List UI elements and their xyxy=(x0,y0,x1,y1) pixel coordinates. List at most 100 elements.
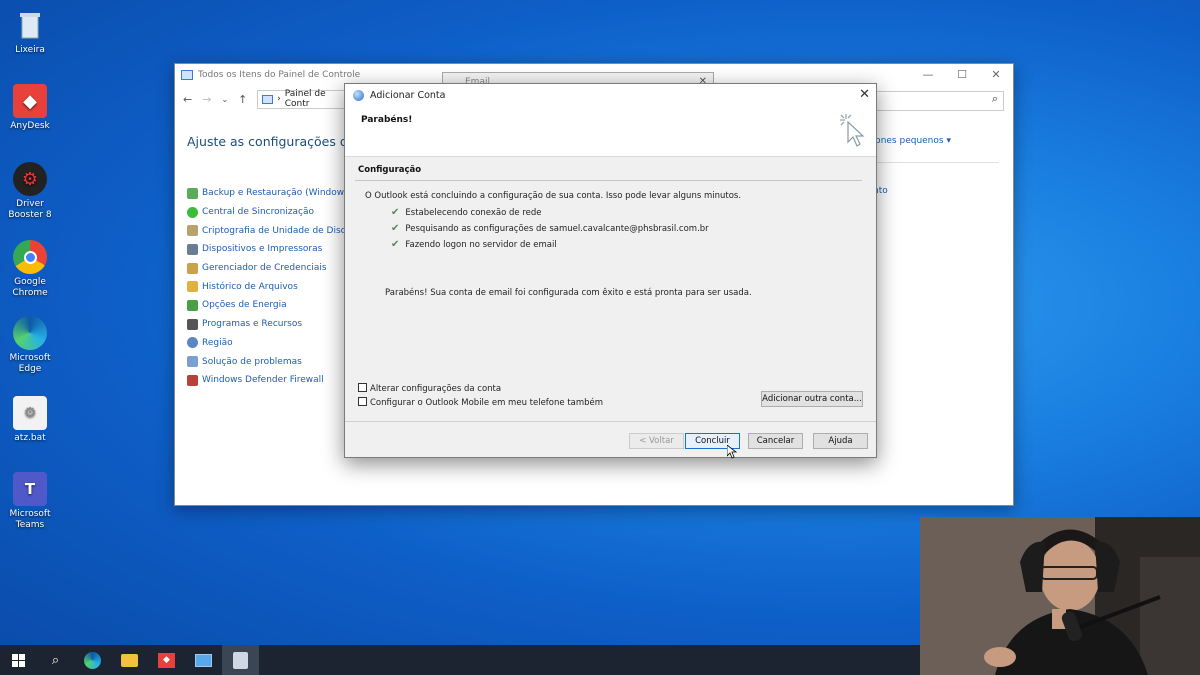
region-icon xyxy=(187,337,198,349)
status-step-label: Pesquisando as configurações de samuel.c… xyxy=(405,224,709,234)
outlook-mobile-checkbox[interactable]: Configurar o Outlook Mobile em meu telef… xyxy=(358,397,603,408)
cp-item-label: Região xyxy=(202,337,233,348)
edge-icon xyxy=(13,316,47,350)
cp-item-bitlocker[interactable]: Criptografia de Unidade de Disco Bit xyxy=(187,221,366,240)
add-another-account-button[interactable]: Adicionar outra conta... xyxy=(761,391,863,407)
section-title: Configuração xyxy=(358,165,422,175)
taskbar-edge[interactable] xyxy=(74,645,111,675)
taskbar-search-button[interactable]: ⌕ xyxy=(37,645,74,675)
desktop-icon-teams[interactable]: T Microsoft Teams xyxy=(0,472,60,531)
anydesk-icon: ◆ xyxy=(158,652,175,668)
taskbar-mail-setup[interactable] xyxy=(222,645,259,675)
up-arrow-icon[interactable]: ↑ xyxy=(238,93,247,106)
cp-item-label: Dispositivos e Impressoras xyxy=(202,244,323,255)
add-account-dialog[interactable]: Adicionar Conta ✕ Parabéns! Configuração… xyxy=(344,83,877,459)
control-panel-title: Todos os Itens do Painel de Controle xyxy=(198,70,361,80)
outlook-globe-icon xyxy=(353,90,364,101)
dialog-title: Adicionar Conta xyxy=(370,90,446,101)
edge-icon xyxy=(84,651,101,669)
cp-item-label: Opções de Energia xyxy=(202,300,287,311)
status-step: ✔ Pesquisando as configurações de samuel.… xyxy=(391,223,709,234)
desktop-icon-driver-booster[interactable]: ⚙ Driver Booster 8 xyxy=(0,162,60,221)
anydesk-icon: ◆ xyxy=(13,84,47,118)
breadcrumb: Painel de Contr xyxy=(284,89,326,109)
firewall-icon xyxy=(187,374,198,386)
back-arrow-icon[interactable]: ← xyxy=(183,93,192,106)
cp-item-devices[interactable]: Dispositivos e Impressoras xyxy=(187,240,366,259)
search-input[interactable]: ⌕ xyxy=(874,91,1004,111)
cp-item-firewall[interactable]: Windows Defender Firewall xyxy=(187,371,366,390)
back-button[interactable]: < Voltar xyxy=(629,433,684,449)
cp-item-backup[interactable]: Backup e Restauração (Windows 7) xyxy=(187,184,366,203)
dialog-header-title: Parabéns! xyxy=(361,115,413,125)
driver-booster-icon: ⚙ xyxy=(13,162,47,196)
desktop-icon-chrome[interactable]: Google Chrome xyxy=(0,240,60,299)
webcam-overlay xyxy=(920,517,1200,675)
taskbar-anydesk[interactable]: ◆ xyxy=(148,645,185,675)
status-step-label: Fazendo logon no servidor de email xyxy=(405,240,557,250)
start-button[interactable] xyxy=(0,645,37,675)
desktop-icon-recycle-bin[interactable]: Lixeira xyxy=(0,8,60,56)
cp-item-programs[interactable]: Programas e Recursos xyxy=(187,315,366,334)
power-icon xyxy=(187,299,198,311)
cp-item-label: Criptografia de Unidade de Disco Bit xyxy=(202,225,367,236)
desktop-icon-edge[interactable]: Microsoft Edge xyxy=(0,316,60,375)
control-panel-list: Backup e Restauração (Windows 7) Central… xyxy=(187,184,366,390)
taskbar-control-panel[interactable] xyxy=(185,645,222,675)
credentials-icon xyxy=(187,262,198,274)
chevron-down-icon[interactable]: ⌄ xyxy=(221,95,228,104)
desktop-icon-label: Google Chrome xyxy=(12,277,48,298)
bat-file-icon: ⚙ xyxy=(13,396,47,430)
checkbox-label: Configurar o Outlook Mobile em meu telef… xyxy=(370,398,604,408)
cp-item-credentials[interactable]: Gerenciador de Credenciais xyxy=(187,259,366,278)
recycle-bin-icon xyxy=(13,8,47,42)
click-cursor-icon xyxy=(840,114,865,147)
desktop-icon-label: Microsoft Teams xyxy=(9,509,51,530)
troubleshoot-icon xyxy=(187,356,198,368)
checkmark-icon: ✔ xyxy=(391,239,400,250)
cancel-button[interactable]: Cancelar xyxy=(748,433,803,449)
file-history-icon xyxy=(187,281,198,293)
search-icon: ⌕ xyxy=(51,652,60,668)
control-panel-icon xyxy=(195,653,212,667)
checkbox-box[interactable] xyxy=(358,397,367,406)
cp-item-label: Windows Defender Firewall xyxy=(202,375,324,386)
view-by-dropdown[interactable]: cones pequenos ▾ xyxy=(870,136,951,146)
change-settings-checkbox[interactable]: Alterar configurações da conta xyxy=(358,383,501,394)
desktop-icon-atz-bat[interactable]: ⚙ atz.bat xyxy=(0,396,60,444)
desktop-icon-anydesk[interactable]: ◆ AnyDesk xyxy=(0,84,60,132)
mouse-pointer-icon xyxy=(727,445,737,459)
cp-item-file-history[interactable]: Histórico de Arquivos xyxy=(187,277,366,296)
cp-item-label: Histórico de Arquivos xyxy=(202,281,298,292)
dialog-body: Configuração O Outlook está concluindo a… xyxy=(345,157,876,413)
checkbox-label: Alterar configurações da conta xyxy=(370,384,502,394)
maximize-icon[interactable]: ☐ xyxy=(945,64,979,86)
chrome-icon xyxy=(13,240,47,274)
help-button[interactable]: Ajuda xyxy=(813,433,868,449)
forward-arrow-icon[interactable]: → xyxy=(202,93,211,106)
cp-item-troubleshoot[interactable]: Solução de problemas xyxy=(187,352,366,371)
desktop-icon-label: Lixeira xyxy=(15,45,45,55)
sync-icon xyxy=(187,206,198,218)
search-icon: ⌕ xyxy=(991,92,998,105)
divider xyxy=(355,180,862,181)
close-icon[interactable]: ✕ xyxy=(979,64,1013,86)
cp-item-sync[interactable]: Central de Sincronização xyxy=(187,203,366,222)
control-panel-icon xyxy=(181,70,193,80)
taskbar-file-explorer[interactable] xyxy=(111,645,148,675)
folder-icon xyxy=(121,653,138,667)
dialog-header: Parabéns! xyxy=(345,107,876,157)
dialog-titlebar[interactable]: Adicionar Conta xyxy=(345,84,876,107)
status-step: ✔ Estabelecendo conexão de rede xyxy=(391,207,542,218)
address-bar[interactable]: › Painel de Contr xyxy=(257,89,353,109)
checkbox-box[interactable] xyxy=(358,383,367,392)
close-icon[interactable]: ✕ xyxy=(859,87,870,102)
cp-item-region[interactable]: Região xyxy=(187,334,366,353)
cp-item-power[interactable]: Opções de Energia xyxy=(187,296,366,315)
status-intro-text: O Outlook está concluindo a configuração… xyxy=(365,191,742,201)
cp-item-label: Gerenciador de Credenciais xyxy=(202,263,327,274)
minimize-icon[interactable]: — xyxy=(911,64,945,86)
desktop-icon-label: atz.bat xyxy=(14,433,46,443)
cp-item-label: Solução de problemas xyxy=(202,356,302,367)
dropdown-arrow-icon: ▾ xyxy=(946,136,951,146)
